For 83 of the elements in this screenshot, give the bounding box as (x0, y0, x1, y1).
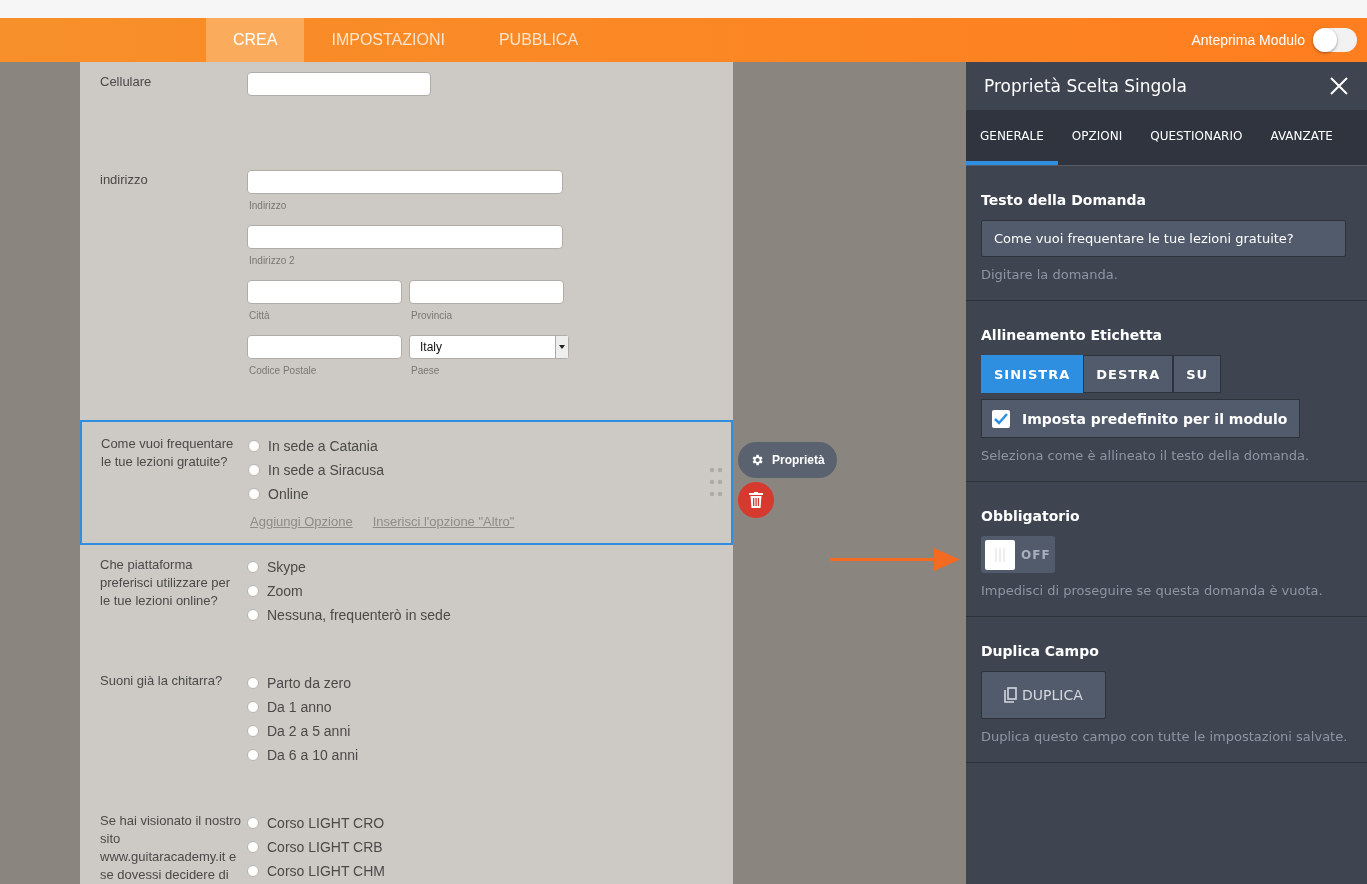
option-label: Corso LIGHT CRB (267, 839, 383, 855)
toggle-knob (985, 539, 1015, 570)
option-label: In sede a Siracusa (268, 462, 384, 478)
panel-tab[interactable]: OPZIONI (1057, 110, 1137, 165)
preview-switch[interactable] (1313, 28, 1357, 52)
form-field[interactable]: Che piattaforma preferisci utilizzare per le tue lezioni online? Skype Zoom Nessuna, frequenterò in sede (80, 545, 733, 661)
field-sublabel: Indirizzo 2 (249, 255, 296, 266)
text-field[interactable] (247, 335, 402, 359)
form-field[interactable]: Se hai visionato il nostro sito www.guitaracademy.it e se dovessi decidere di Corso LIGHT CRO Corso LIGHT CRB Corso LIGHT CHM (80, 801, 733, 884)
checkbox[interactable] (992, 409, 1010, 428)
radio-button[interactable] (247, 841, 259, 853)
option-label: Da 2 a 5 anni (267, 723, 351, 739)
field-label: Suoni già la chitarra? (100, 672, 224, 690)
close-button[interactable] (1329, 76, 1349, 96)
radio-button[interactable] (248, 464, 260, 476)
delete-button[interactable] (738, 482, 774, 518)
field-sublabel: Paese (411, 365, 441, 376)
option-label: In sede a Catania (268, 438, 378, 454)
option-label: Da 6 a 10 anni (267, 747, 359, 763)
option-label: Corso LIGHT CRO (267, 815, 385, 831)
option-label: Online (268, 486, 309, 502)
field-sublabel: Indirizzo (249, 200, 288, 211)
option-label: Zoom (267, 583, 303, 599)
required-toggle[interactable]: OFF (981, 536, 1055, 573)
alignment-option[interactable]: DESTRA (1083, 355, 1174, 393)
text-field[interactable] (247, 280, 402, 304)
radio-button[interactable] (247, 561, 259, 573)
text-field[interactable] (247, 170, 563, 194)
field-sublabel: Provincia (411, 310, 454, 321)
radio-button[interactable] (248, 440, 260, 452)
section-title: Obbligatorio (981, 508, 1080, 524)
section-title: Duplica Campo (981, 643, 1099, 659)
text-field[interactable] (409, 280, 564, 304)
alignment-option[interactable]: SINISTRA (981, 355, 1084, 393)
gear-icon (750, 453, 764, 467)
form-field[interactable]: Cellulare (80, 62, 733, 160)
panel-tab[interactable]: QUESTIONARIO (1136, 110, 1257, 165)
section-hint: Duplica questo campo con tutte le impostazioni salvate. (981, 729, 1348, 744)
option-label: Nessuna, frequenterò in sede (267, 607, 451, 623)
text-field[interactable] (247, 225, 563, 249)
field-label: indirizzo (100, 171, 149, 189)
radio-button[interactable] (247, 749, 259, 761)
properties-button[interactable]: Proprietà (738, 442, 837, 478)
panel-title: Proprietà Scelta Singola (984, 76, 1187, 96)
section-hint: Seleziona come è allineato il testo della domanda. (981, 448, 1310, 463)
radio-button[interactable] (247, 701, 259, 713)
radio-button[interactable] (247, 725, 259, 737)
radio-button[interactable] (247, 865, 259, 877)
field-sublabel: Codice Postale (249, 365, 318, 376)
option-label: Parto da zero (267, 675, 352, 691)
radio-button[interactable] (248, 488, 260, 500)
radio-button[interactable] (247, 677, 259, 689)
question-text-field[interactable]: Come vuoi frequentare le tue lezioni gratuite? (981, 220, 1346, 257)
selected-field[interactable]: Come vuoi frequentare le tue lezioni gratuite? In sede a Catania In sede a Siracusa Online Aggiungi Opzione Inserisci l'opzione "Altro" (80, 420, 733, 545)
section-hint: Impedisci di proseguire se questa domanda è vuota. (981, 583, 1323, 598)
country-select[interactable]: Italy (409, 335, 569, 359)
form-field[interactable]: Suoni già la chitarra? Parto da zero Da 1 anno Da 2 a 5 anni Da 6 a 10 anni (80, 661, 733, 801)
field-sublabel: Città (249, 310, 271, 321)
preview-label: Anteprima Modulo (1191, 32, 1305, 48)
field-label: Se hai visionato il nostro sito www.guitaracademy.it e se dovessi decidere di (100, 812, 241, 884)
form-field[interactable]: indirizzo Indirizzo Indirizzo 2 Città Provincia Codice Postale Italy Paese (80, 160, 733, 420)
radio-button[interactable] (247, 585, 259, 597)
caret-icon (555, 336, 568, 358)
panel-tab[interactable]: AVANZATE (1256, 110, 1347, 165)
drag-handle-icon[interactable] (709, 466, 723, 498)
panel-tab[interactable]: GENERALE (966, 110, 1058, 165)
field-label: Cellulare (100, 73, 153, 91)
section-title: Allineamento Etichetta (981, 327, 1163, 343)
radio-button[interactable] (247, 609, 259, 621)
trash-icon (749, 492, 763, 508)
text-field[interactable] (247, 72, 431, 96)
field-label: Come vuoi frequentare le tue lezioni gratuite? (101, 435, 235, 471)
copy-icon (1004, 687, 1018, 703)
section-title: Testo della Domanda (981, 192, 1146, 208)
section-hint: Digitare la domanda. (981, 267, 1118, 282)
alignment-option[interactable]: SU (1173, 355, 1222, 393)
radio-button[interactable] (247, 817, 259, 829)
duplicate-button[interactable]: DUPLICA (981, 671, 1106, 719)
option-label: Corso LIGHT CHM (267, 863, 385, 879)
option-label: Skype (267, 559, 306, 575)
option-label: Da 1 anno (267, 699, 332, 715)
checkbox-label: Imposta predefinito per il modulo (1022, 410, 1288, 427)
field-label: Che piattaforma preferisci utilizzare per le tue lezioni online? (100, 556, 232, 610)
